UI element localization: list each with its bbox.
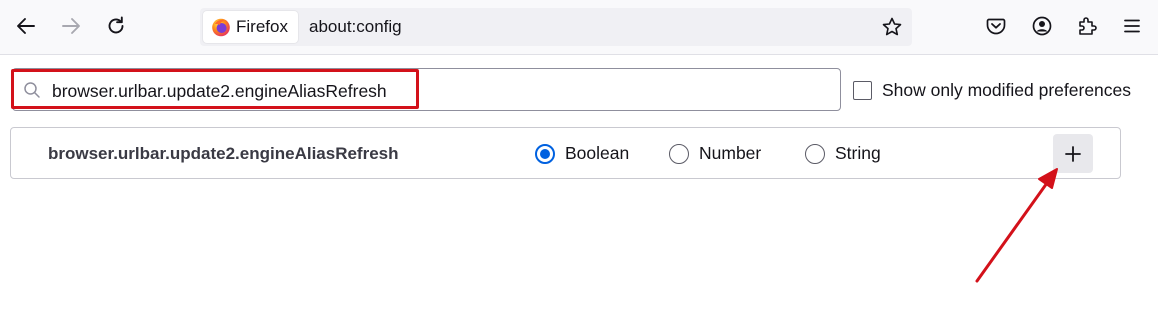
- bookmark-star-button[interactable]: [880, 15, 904, 39]
- browser-toolbar: Firefox about:config: [0, 0, 1158, 55]
- new-preference-row: browser.urlbar.update2.engineAliasRefres…: [10, 127, 1121, 179]
- type-option-boolean[interactable]: Boolean: [535, 143, 629, 164]
- url-bar[interactable]: Firefox about:config: [200, 8, 912, 46]
- search-icon: [24, 82, 40, 98]
- boolean-label: Boolean: [565, 143, 630, 163]
- boolean-radio[interactable]: [535, 143, 555, 164]
- app-menu-button[interactable]: [1120, 14, 1144, 38]
- modified-only-toggle[interactable]: Show only modified preferences: [853, 80, 1131, 101]
- forward-button[interactable]: [53, 8, 89, 44]
- add-preference-button[interactable]: [1053, 134, 1093, 173]
- reload-icon: [108, 16, 124, 34]
- url-text[interactable]: about:config: [309, 17, 402, 37]
- menu-icon: [1124, 19, 1140, 33]
- search-value[interactable]: browser.urlbar.update2.engineAliasRefres…: [52, 81, 387, 102]
- plus-icon: [1065, 145, 1081, 162]
- preference-search-input[interactable]: browser.urlbar.update2.engineAliasRefres…: [12, 68, 841, 111]
- account-icon: [1032, 16, 1052, 36]
- extensions-button[interactable]: [1075, 14, 1099, 38]
- preference-name: browser.urlbar.update2.engineAliasRefres…: [48, 144, 399, 163]
- identity-box[interactable]: Firefox: [203, 11, 298, 43]
- type-option-number[interactable]: Number: [669, 143, 761, 164]
- number-radio[interactable]: [669, 143, 689, 164]
- reload-button[interactable]: [98, 8, 134, 44]
- back-arrow-icon: [17, 18, 35, 34]
- modified-only-checkbox[interactable]: [853, 81, 872, 100]
- forward-arrow-icon: [62, 18, 80, 34]
- star-icon: [882, 17, 902, 36]
- extensions-icon: [1079, 17, 1097, 35]
- string-radio[interactable]: [805, 143, 825, 164]
- account-button[interactable]: [1030, 14, 1054, 38]
- type-option-string[interactable]: String: [805, 143, 881, 164]
- modified-only-label: Show only modified preferences: [882, 80, 1132, 100]
- number-label: Number: [699, 143, 762, 163]
- pocket-icon: [986, 18, 1006, 35]
- string-label: String: [835, 143, 881, 163]
- identity-label: Firefox: [236, 17, 288, 36]
- back-button[interactable]: [8, 8, 44, 44]
- pocket-button[interactable]: [984, 14, 1008, 38]
- firefox-logo-icon: [212, 18, 230, 37]
